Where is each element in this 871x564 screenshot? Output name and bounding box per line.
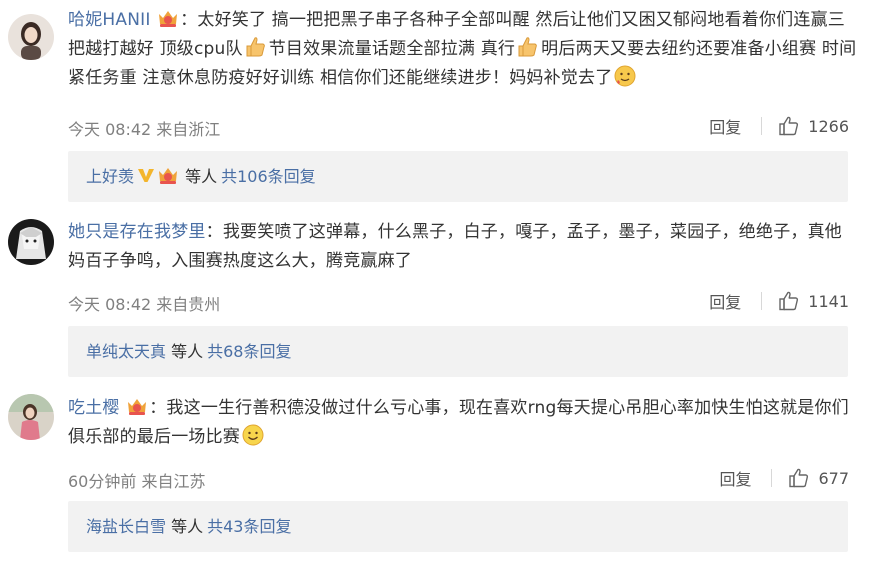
sub-reply-etc: 等人	[171, 517, 204, 536]
comment-username[interactable]: 哈妮HANII	[68, 10, 151, 30]
reply-button[interactable]: 回复	[709, 114, 741, 138]
comment-colon: ：	[149, 398, 167, 418]
comment-source: 来自江苏	[141, 472, 206, 491]
fan-crown-badge-icon	[157, 154, 179, 184]
divider	[771, 469, 773, 487]
avatar[interactable]	[8, 394, 54, 440]
comment-source: 来自浙江	[156, 120, 221, 139]
like-thumb-icon	[789, 468, 809, 488]
reply-button[interactable]: 回复	[709, 289, 741, 313]
like-count: 1266	[808, 116, 849, 136]
comment-meta: 今天 08:42 来自浙江	[68, 116, 220, 140]
comment-text: 哈妮HANII ：太好笑了 搞一把把黑子串子各种子全部叫醒 然后让他们又困又郁闷…	[68, 6, 858, 93]
sub-replies-box[interactable]: 海盐长白雪 等人 共43条回复	[68, 501, 848, 552]
comment-colon: ：	[180, 10, 198, 30]
like-button[interactable]: 1266	[778, 115, 849, 137]
comment-time: 今天 08:42	[68, 295, 152, 314]
comment-meta: 今天 08:42 来自贵州	[68, 291, 220, 315]
comment-actions: 回复 1141	[709, 289, 849, 313]
avatar[interactable]	[8, 14, 54, 60]
comment-text: 吃土樱 ：我这一生行善积德没做过什么亏心事，现在喜欢rng每天提心吊胆心率加快生…	[68, 394, 858, 452]
view-more-replies-link[interactable]: 共43条回复	[207, 517, 291, 536]
comment-time: 60分钟前	[68, 472, 137, 491]
comment-username[interactable]: 吃土樱	[68, 398, 120, 418]
comment-actions: 回复 677	[719, 466, 849, 490]
comment-source: 来自贵州	[156, 295, 221, 314]
sub-reply-username[interactable]: 上好羡	[86, 167, 134, 186]
sub-reply-etc: 等人	[171, 342, 204, 361]
divider	[761, 117, 763, 135]
smile-emoji-icon	[241, 423, 265, 447]
divider	[761, 292, 763, 310]
like-button[interactable]: 1141	[778, 290, 849, 312]
verified-v-icon	[136, 153, 156, 182]
sub-reply-username[interactable]: 单纯太天真	[86, 342, 166, 361]
like-thumb-icon	[779, 116, 799, 136]
comment-text: 她只是存在我梦里：我要笑喷了这弹幕，什么黑子，白子，嘎子，孟子，墨子，菜园子，绝…	[68, 218, 858, 276]
comment-meta: 60分钟前 来自江苏	[68, 468, 205, 492]
like-thumb-icon	[779, 291, 799, 311]
like-count: 677	[818, 468, 849, 488]
reply-button[interactable]: 回复	[719, 466, 751, 490]
blush-emoji-icon	[613, 64, 637, 88]
thumbs-up-emoji-icon	[244, 35, 268, 59]
comment-username[interactable]: 她只是存在我梦里	[68, 222, 206, 242]
comment-actions: 回复 1266	[709, 114, 849, 138]
view-more-replies-link[interactable]: 共106条回复	[221, 167, 316, 186]
sub-reply-username[interactable]: 海盐长白雪	[86, 517, 166, 536]
like-count: 1141	[808, 291, 849, 311]
comment-time: 今天 08:42	[68, 120, 152, 139]
comment-colon: ：	[205, 222, 223, 242]
view-more-replies-link[interactable]: 共68条回复	[207, 342, 291, 361]
avatar[interactable]	[8, 219, 54, 265]
thumbs-up-emoji-icon	[516, 35, 540, 59]
comment-text-part: 节目效果流量话题全部拉满 真行	[268, 39, 516, 59]
sub-reply-etc: 等人	[185, 167, 218, 186]
fan-crown-badge-icon	[126, 396, 148, 416]
sub-replies-box[interactable]: 上好羡 等人 共106条回复	[68, 151, 848, 202]
comment-text-part: 我这一生行善积德没做过什么亏心事，现在喜欢rng每天提心吊胆心率加快生怕这就是你…	[68, 398, 849, 447]
like-button[interactable]: 677	[788, 467, 849, 489]
sub-replies-box[interactable]: 单纯太天真 等人 共68条回复	[68, 326, 848, 377]
fan-crown-badge-icon	[157, 8, 179, 28]
